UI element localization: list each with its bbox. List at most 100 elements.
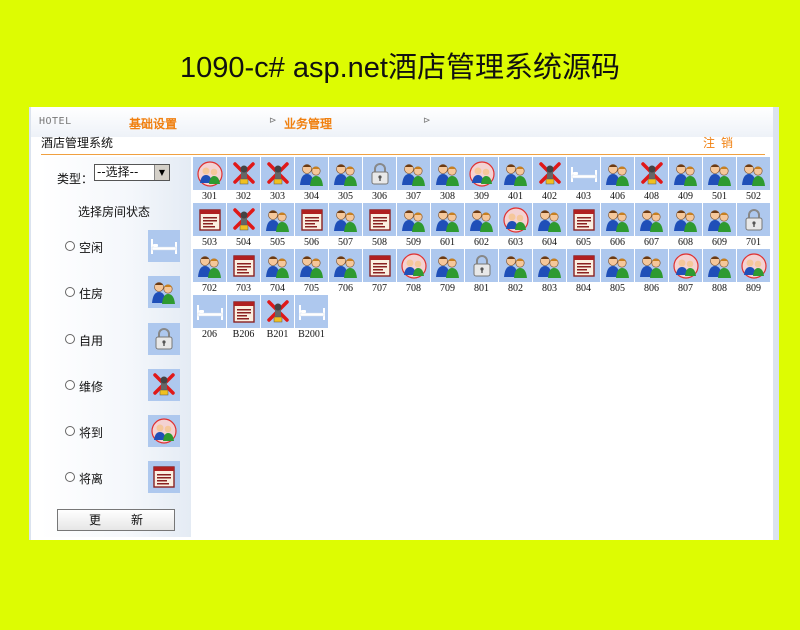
- room-tile[interactable]: 605: [567, 203, 600, 249]
- leaving-icon[interactable]: [567, 203, 600, 236]
- repair-icon[interactable]: [261, 157, 294, 190]
- occupied-guests-icon[interactable]: [295, 157, 328, 190]
- room-tile[interactable]: 603: [499, 203, 532, 249]
- repair-icon[interactable]: [635, 157, 668, 190]
- occupied-guests-icon[interactable]: [533, 249, 566, 282]
- repair-icon[interactable]: [261, 295, 294, 328]
- occupied-guests-icon[interactable]: [193, 249, 226, 282]
- room-tile[interactable]: 507: [329, 203, 362, 249]
- leaving-icon[interactable]: [227, 295, 260, 328]
- leaving-icon[interactable]: [227, 249, 260, 282]
- room-tile[interactable]: 602: [465, 203, 498, 249]
- occupied-guests-icon[interactable]: [601, 203, 634, 236]
- room-tile[interactable]: 206: [193, 295, 226, 341]
- occupied-guests-icon[interactable]: [329, 203, 362, 236]
- room-tile[interactable]: 408: [635, 157, 668, 203]
- status-radio[interactable]: [65, 380, 75, 390]
- occupied-guests-icon[interactable]: [499, 249, 532, 282]
- room-tile[interactable]: 707: [363, 249, 396, 295]
- padlock-icon[interactable]: [465, 249, 498, 282]
- occupied-guests-icon[interactable]: [669, 203, 702, 236]
- bed-icon[interactable]: [295, 295, 328, 328]
- room-tile[interactable]: 304: [295, 157, 328, 203]
- status-option-self[interactable]: 自用: [61, 323, 191, 359]
- occupied-guests-icon[interactable]: [601, 157, 634, 190]
- status-radio[interactable]: [65, 334, 75, 344]
- logout-link[interactable]: 注销: [703, 134, 739, 151]
- leaving-icon[interactable]: [363, 203, 396, 236]
- room-tile[interactable]: 508: [363, 203, 396, 249]
- status-radio[interactable]: [65, 472, 75, 482]
- bed-icon[interactable]: [567, 157, 600, 190]
- room-tile[interactable]: 601: [431, 203, 464, 249]
- room-tile[interactable]: 501: [703, 157, 736, 203]
- repair-icon[interactable]: [533, 157, 566, 190]
- occupied-guests-icon[interactable]: [465, 203, 498, 236]
- room-tile[interactable]: 709: [431, 249, 464, 295]
- room-tile[interactable]: 804: [567, 249, 600, 295]
- room-tile[interactable]: 509: [397, 203, 430, 249]
- room-tile[interactable]: 604: [533, 203, 566, 249]
- room-tile[interactable]: 807: [669, 249, 702, 295]
- room-tile[interactable]: B206: [227, 295, 260, 341]
- occupied-guests-icon[interactable]: [261, 249, 294, 282]
- occupied-guests-icon[interactable]: [635, 203, 668, 236]
- room-tile[interactable]: 606: [601, 203, 634, 249]
- occupied-guests-icon[interactable]: [703, 157, 736, 190]
- room-tile[interactable]: 505: [261, 203, 294, 249]
- status-option-occupied[interactable]: 住房: [61, 276, 191, 312]
- room-tile[interactable]: 506: [295, 203, 328, 249]
- status-radio[interactable]: [65, 426, 75, 436]
- occupied-guests-icon[interactable]: [703, 249, 736, 282]
- room-tile[interactable]: 302: [227, 157, 260, 203]
- status-radio[interactable]: [65, 287, 75, 297]
- room-tile[interactable]: 708: [397, 249, 430, 295]
- room-tile[interactable]: 703: [227, 249, 260, 295]
- occupied-guests-icon[interactable]: [431, 249, 464, 282]
- menu-basic-settings[interactable]: 基础设置: [129, 115, 177, 132]
- room-tile[interactable]: 806: [635, 249, 668, 295]
- occupied-guests-icon[interactable]: [397, 203, 430, 236]
- status-option-leaving[interactable]: 将离: [61, 461, 191, 497]
- status-radio[interactable]: [65, 241, 75, 251]
- room-tile[interactable]: 409: [669, 157, 702, 203]
- room-tile[interactable]: 808: [703, 249, 736, 295]
- room-tile[interactable]: 406: [601, 157, 634, 203]
- room-tile[interactable]: B201: [261, 295, 294, 341]
- occupied-guests-icon[interactable]: [703, 203, 736, 236]
- occupied-guests-icon[interactable]: [499, 157, 532, 190]
- status-option-vacant[interactable]: 空闲: [61, 230, 191, 266]
- room-tile[interactable]: 701: [737, 203, 770, 249]
- padlock-icon[interactable]: [363, 157, 396, 190]
- room-tile[interactable]: 303: [261, 157, 294, 203]
- room-type-select[interactable]: --选择-- ▼: [94, 164, 170, 181]
- room-tile[interactable]: 809: [737, 249, 770, 295]
- room-tile[interactable]: 608: [669, 203, 702, 249]
- status-option-repair[interactable]: 维修: [61, 369, 191, 405]
- room-tile[interactable]: 305: [329, 157, 362, 203]
- leaving-icon[interactable]: [193, 203, 226, 236]
- room-tile[interactable]: 307: [397, 157, 430, 203]
- room-tile[interactable]: 607: [635, 203, 668, 249]
- menu-business-management[interactable]: 业务管理: [284, 115, 332, 132]
- leaving-icon[interactable]: [363, 249, 396, 282]
- room-tile[interactable]: 704: [261, 249, 294, 295]
- room-tile[interactable]: 803: [533, 249, 566, 295]
- room-tile[interactable]: 306: [363, 157, 396, 203]
- occupied-guests-icon[interactable]: [261, 203, 294, 236]
- occupied-guests-icon[interactable]: [669, 157, 702, 190]
- room-tile[interactable]: 801: [465, 249, 498, 295]
- room-tile[interactable]: 805: [601, 249, 634, 295]
- status-option-arriving[interactable]: 将到: [61, 415, 191, 451]
- chevron-down-icon[interactable]: ▼: [154, 165, 169, 180]
- room-tile[interactable]: 401: [499, 157, 532, 203]
- occupied-guests-icon[interactable]: [295, 249, 328, 282]
- room-tile[interactable]: 402: [533, 157, 566, 203]
- repair-icon[interactable]: [227, 157, 260, 190]
- room-tile[interactable]: 403: [567, 157, 600, 203]
- arriving-icon[interactable]: [397, 249, 430, 282]
- occupied-guests-icon[interactable]: [601, 249, 634, 282]
- occupied-guests-icon[interactable]: [533, 203, 566, 236]
- room-tile[interactable]: 706: [329, 249, 362, 295]
- room-tile[interactable]: 802: [499, 249, 532, 295]
